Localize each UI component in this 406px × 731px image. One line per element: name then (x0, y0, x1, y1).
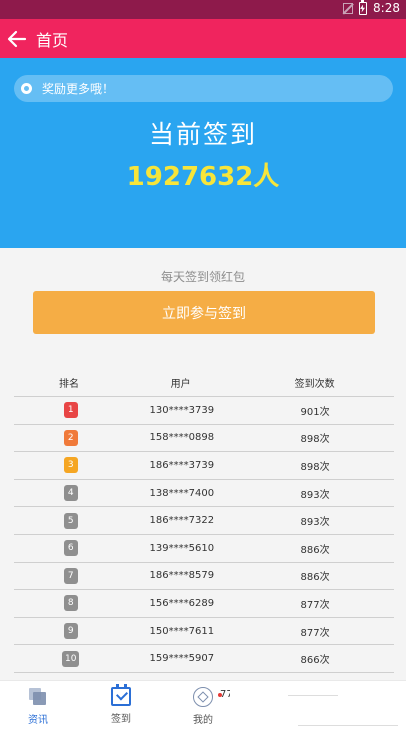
overlay-panel (230, 687, 406, 731)
news-icon (27, 687, 49, 707)
checkin-count: 1927632人 (126, 162, 280, 192)
column-header-count: 签到次数 (294, 378, 335, 390)
user-cell: 150****7611 (149, 625, 215, 637)
count-cell: 898次 (300, 434, 330, 446)
column-header-rank: 排名 (59, 378, 80, 390)
rank-badge: 6 (63, 540, 78, 557)
user-cell: 130****3739 (149, 404, 215, 416)
user-cell: 156****6289 (149, 597, 215, 609)
join-checkin-button[interactable]: 立即参与签到 (33, 291, 375, 334)
table-row: 9 150****7611 877次 (14, 618, 394, 646)
table-body: 1 130****3739 901次 2 158****0898 898次 3 186****… (14, 397, 394, 673)
no-sim-icon (343, 2, 354, 14)
rank-cell: 3 (14, 457, 128, 474)
tagline: 每天签到领红包 (160, 270, 245, 284)
count-cell: 893次 (300, 489, 330, 501)
rank-cell: 4 (14, 485, 128, 502)
hero-title: 当前签到 (148, 120, 257, 149)
user-cell: 186****3739 (149, 459, 215, 471)
user-cell: 159****5907 (149, 653, 215, 665)
table-row: 4 138****7400 893次 (14, 480, 394, 508)
table-row: 2 158****0898 898次 (14, 425, 394, 453)
count-cell: 866次 (300, 655, 330, 667)
rank-cell: 7 (14, 567, 128, 584)
nav-item-news[interactable]: 资讯 (8, 681, 68, 731)
table-header: 排名 用户 签到次数 (14, 368, 394, 397)
ranking-table: 排名 用户 签到次数 1 130****3739 901次 2 158****0898 8… (14, 368, 394, 673)
user-cell: 186****7322 (149, 515, 215, 527)
rank-badge: 7 (63, 567, 78, 584)
rank-badge: 3 (63, 457, 78, 474)
rank-cell: 2 (14, 429, 128, 446)
rank-cell: 10 (14, 650, 128, 667)
rank-badge: 9 (63, 623, 78, 640)
status-bar: 8:28 (0, 0, 406, 19)
bottom-nav: 资讯 签到 我的 77 (0, 680, 406, 731)
nav-label-checkin: 签到 (111, 714, 131, 725)
rank-cell: 6 (14, 540, 128, 557)
user-cell: 138****7400 (149, 487, 215, 499)
arrow-left-icon (7, 30, 27, 47)
table-row: 8 156****6289 877次 (14, 590, 394, 618)
rank-cell: 9 (14, 623, 128, 640)
user-cell: 158****0898 (149, 432, 215, 444)
rank-cell: 5 (14, 512, 128, 529)
count-cell: 877次 (300, 627, 330, 639)
count-cell: 893次 (300, 517, 330, 529)
battery-charging-icon (359, 0, 368, 15)
rank-badge: 8 (63, 595, 78, 612)
nav-label-news: 资讯 (28, 715, 48, 726)
rank-badge: 10 (62, 650, 80, 667)
profile-icon (193, 687, 213, 707)
count-cell: 898次 (300, 461, 330, 473)
count-cell: 886次 (300, 572, 330, 584)
user-cell: 186****8579 (149, 570, 215, 582)
app-bar: 首页 (0, 19, 406, 58)
notice-bar: 奖励更多哦！ (14, 75, 393, 102)
rank-badge: 1 (63, 402, 78, 419)
table-row: 1 130****3739 901次 (14, 397, 394, 425)
page-title: 首页 (36, 30, 69, 50)
count-cell: 886次 (300, 544, 330, 556)
rank-badge: 2 (63, 429, 78, 446)
column-header-user: 用户 (170, 378, 191, 390)
back-button[interactable] (2, 19, 32, 58)
nav-label-mine: 我的 (193, 715, 213, 726)
hero-banner: 奖励更多哦！ 当前签到 1927632人 (0, 58, 406, 248)
rank-badge: 4 (63, 485, 78, 502)
notice-text: 奖励更多哦！ (42, 82, 115, 96)
rank-cell: 8 (14, 595, 128, 612)
status-time: 8:28 (373, 1, 400, 15)
notice-icon (21, 83, 32, 94)
table-row: 10 159****5907 866次 (14, 645, 394, 673)
rank-badge: 5 (63, 512, 78, 529)
count-cell: 877次 (300, 599, 330, 611)
table-row: 3 186****3739 898次 (14, 452, 394, 480)
rank-cell: 1 (14, 402, 128, 419)
main-content: 每天签到领红包 立即参与签到 排名 用户 签到次数 1 130****3739 90… (0, 248, 406, 680)
table-row: 6 139****5610 886次 (14, 535, 394, 563)
table-row: 5 186****7322 893次 (14, 507, 394, 535)
checkin-icon (111, 684, 131, 706)
count-cell: 901次 (300, 406, 330, 418)
table-row: 7 186****8579 886次 (14, 563, 394, 591)
nav-item-checkin[interactable]: 签到 (91, 681, 151, 731)
user-cell: 139****5610 (149, 542, 215, 554)
